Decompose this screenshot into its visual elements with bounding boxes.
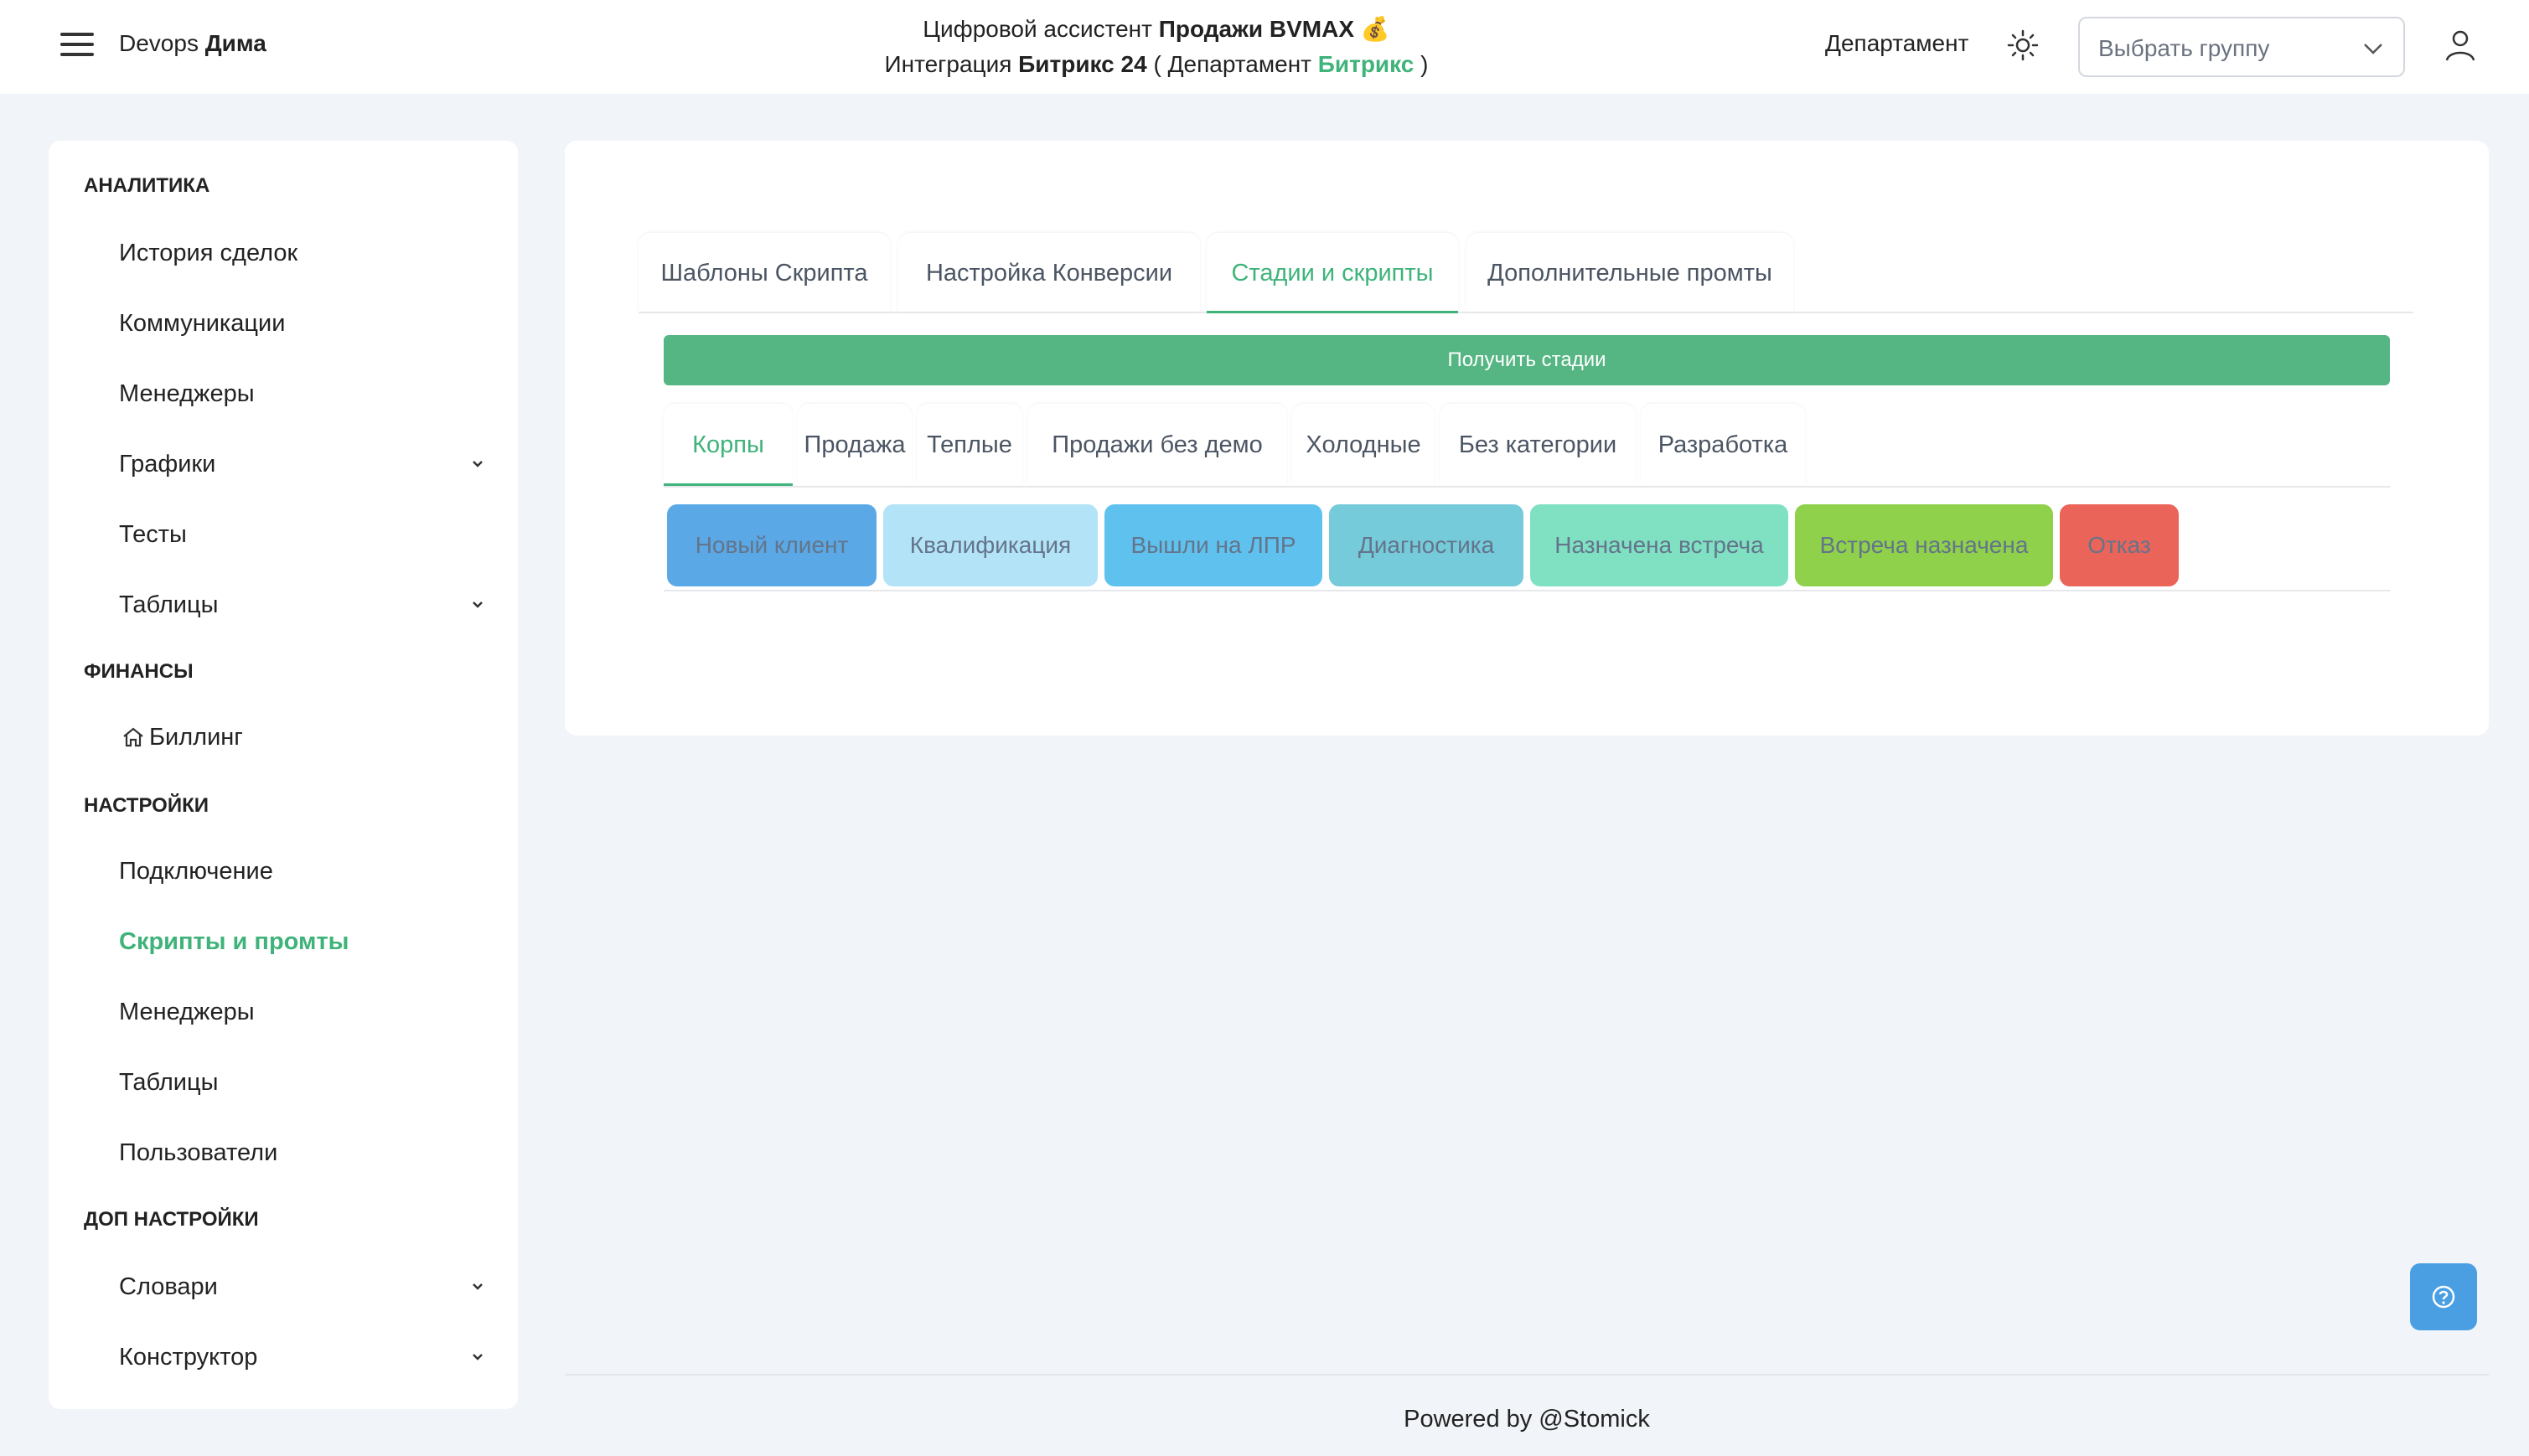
sidebar-item-constructor[interactable]: Конструктор	[119, 1332, 488, 1382]
sidebar-item-communications[interactable]: Коммуникации	[119, 298, 488, 349]
sidebar-item-billing[interactable]: Биллинг	[123, 712, 518, 762]
tab-script-templates[interactable]: Шаблоны Скрипта	[639, 233, 890, 313]
section-analytics: АНАЛИТИКА	[84, 174, 210, 197]
theme-toggle-sun-icon[interactable]	[2006, 28, 2040, 62]
sidebar-item-dictionaries[interactable]: Словари	[119, 1262, 488, 1312]
sidebar-item-label: История сделок	[119, 240, 298, 266]
section-settings: НАСТРОЙКИ	[84, 794, 209, 817]
tab-category-sale[interactable]: Продажа	[798, 404, 912, 486]
money-bag-icon: 💰	[1360, 16, 1390, 42]
sidebar-item-label: Словари	[119, 1273, 218, 1300]
home-icon	[123, 727, 143, 747]
group-select-placeholder: Выбрать группу	[2098, 35, 2270, 61]
help-icon	[2432, 1285, 2455, 1309]
stage-chip[interactable]: Встреча назначена	[1795, 504, 2053, 586]
user-profile-icon[interactable]	[2442, 27, 2479, 64]
sidebar-item-label: Менеджеры	[119, 999, 255, 1025]
sidebar-item-label: Биллинг	[149, 724, 243, 751]
stage-chip[interactable]: Квалификация	[883, 504, 1098, 586]
tab-category-corps[interactable]: Корпы	[664, 404, 793, 486]
stage-chip[interactable]: Вышли на ЛПР	[1104, 504, 1322, 586]
tab-category-no-demo[interactable]: Продажи без демо	[1027, 404, 1287, 486]
tab-category-development[interactable]: Разработка	[1641, 404, 1805, 486]
chevron-down-icon	[473, 602, 483, 608]
tab-category-cold[interactable]: Холодные	[1292, 404, 1435, 486]
category-tabs: Корпы Продажа Теплые Продажи без демо Хо…	[664, 404, 2390, 488]
user-last-name: Дима	[204, 30, 266, 56]
department-name: Битрикс	[1317, 51, 1414, 77]
sidebar-item-label: Менеджеры	[119, 380, 255, 407]
app: Devops Дима Цифровой ассистент Продажи B…	[0, 0, 2529, 1456]
section-extra-settings: ДОП НАСТРОЙКИ	[84, 1208, 259, 1231]
sidebar-item-label: Подключение	[119, 858, 273, 885]
sidebar-item-tables[interactable]: Таблицы	[119, 580, 488, 630]
tab-category-warm[interactable]: Теплые	[917, 404, 1022, 486]
sidebar: АНАЛИТИКА История сделок Коммуникации Ме…	[49, 141, 518, 1409]
footer-text: Powered by @Stomick	[1404, 1406, 1650, 1433]
footer: Powered by @Stomick	[565, 1374, 2489, 1456]
sidebar-item-label: Пользователи	[119, 1139, 278, 1166]
sidebar-item-connection[interactable]: Подключение	[119, 846, 488, 896]
assistant-prefix: Цифровой ассистент	[923, 16, 1159, 42]
sidebar-item-label: Скрипты и промты	[119, 928, 349, 955]
sidebar-item-label: Коммуникации	[119, 310, 286, 337]
stage-chip[interactable]: Назначена встреча	[1530, 504, 1788, 586]
assistant-title-line1: Цифровой ассистент Продажи BVMAX 💰	[754, 12, 1559, 47]
tab-conversion-settings[interactable]: Настройка Конверсии	[898, 233, 1200, 313]
sidebar-item-scripts-prompts[interactable]: Скрипты и промты	[119, 916, 488, 967]
department-suffix: )	[1414, 51, 1429, 77]
integration-prefix: Интеграция	[884, 51, 1019, 77]
chevron-down-icon	[473, 461, 483, 467]
menu-icon[interactable]	[60, 33, 94, 59]
get-stages-button[interactable]: Получить стадии	[664, 335, 2390, 385]
chevron-down-icon	[473, 1354, 483, 1360]
section-finance: ФИНАНСЫ	[84, 660, 194, 683]
integration-name: Битрикс 24	[1018, 51, 1147, 77]
stage-chip[interactable]: Диагностика	[1329, 504, 1523, 586]
sidebar-item-charts[interactable]: Графики	[119, 439, 488, 489]
tab-category-uncategorized[interactable]: Без категории	[1440, 404, 1636, 486]
sidebar-item-settings-managers[interactable]: Менеджеры	[119, 987, 488, 1037]
sidebar-item-settings-tables[interactable]: Таблицы	[119, 1057, 488, 1107]
top-header: Devops Дима Цифровой ассистент Продажи B…	[0, 0, 2529, 94]
stage-chip[interactable]: Отказ	[2060, 504, 2179, 586]
user-first-name: Devops	[119, 30, 199, 56]
chevron-down-icon	[2364, 44, 2382, 54]
main-card: Шаблоны Скрипта Настройка Конверсии Стад…	[565, 141, 2489, 736]
stages-row: Новый клиент Квалификация Вышли на ЛПР Д…	[664, 503, 2390, 591]
sidebar-item-managers[interactable]: Менеджеры	[119, 369, 488, 419]
script-tabs: Шаблоны Скрипта Настройка Конверсии Стад…	[639, 233, 2413, 313]
tab-additional-prompts[interactable]: Дополнительные промты	[1466, 233, 1793, 313]
stage-chip[interactable]: Новый клиент	[667, 504, 877, 586]
tab-stages-scripts[interactable]: Стадии и скрипты	[1207, 233, 1458, 313]
sidebar-item-label: Таблицы	[119, 591, 219, 618]
group-select[interactable]: Выбрать группу	[2078, 17, 2405, 77]
sidebar-item-tests[interactable]: Тесты	[119, 509, 488, 560]
sidebar-item-users[interactable]: Пользователи	[119, 1128, 488, 1178]
department-label[interactable]: Департамент	[1825, 30, 1968, 57]
sidebar-item-deal-history[interactable]: История сделок	[119, 228, 488, 278]
sidebar-item-label: Конструктор	[119, 1344, 258, 1371]
sidebar-item-label: Тесты	[119, 521, 187, 548]
sidebar-item-label: Графики	[119, 451, 216, 478]
help-button[interactable]	[2410, 1263, 2477, 1330]
assistant-title-line2: Интеграция Битрикс 24 ( Департамент Битр…	[754, 47, 1559, 82]
chevron-down-icon	[473, 1283, 483, 1290]
assistant-name: Продажи BVMAX	[1158, 16, 1355, 42]
department-prefix: ( Департамент	[1146, 51, 1318, 77]
sidebar-item-label: Таблицы	[119, 1069, 219, 1096]
assistant-title: Цифровой ассистент Продажи BVMAX 💰 Интег…	[754, 12, 1559, 82]
user-name: Devops Дима	[119, 30, 266, 57]
